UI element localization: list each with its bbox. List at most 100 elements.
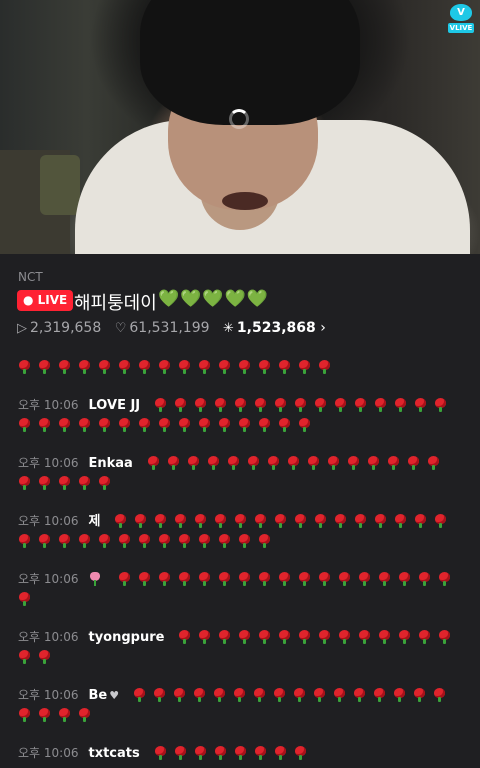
rose-emoji-icon [294,514,307,528]
rose-emoji-icon [214,514,227,528]
rose-emoji-icon [318,360,331,374]
rose-emoji-icon [114,514,127,528]
rose-emoji-icon [294,746,307,760]
rose-emoji-icon [333,688,346,702]
rose-emoji-icon [194,398,207,412]
rose-emoji-icon [434,398,447,412]
like-count: 61,531,199 [129,320,210,336]
rose-emoji-icon [174,398,187,412]
rose-emoji-icon [234,746,247,760]
heart-icon: ♡ [114,321,127,336]
vlive-logo-icon: V [450,4,472,21]
rose-emoji-icon [258,630,271,644]
rose-emoji-icon [338,572,351,586]
rose-emoji-icon [158,418,171,432]
rose-emoji-icon [258,572,271,586]
message-user[interactable]: Be ♥ [88,688,119,703]
broadcast-stats[interactable]: ▷ 2,319,658 ♡ 61,531,199 ✳ 1,523,868 › [17,320,326,336]
rose-emoji-icon [78,418,91,432]
rose-emoji-icon [138,572,151,586]
rose-emoji-icon [393,688,406,702]
rose-emoji-icon [238,572,251,586]
rose-emoji-icon [38,534,51,548]
rose-emoji-icon [78,360,91,374]
rose-emoji-icon [118,572,131,586]
rose-emoji-icon [394,514,407,528]
rose-emoji-icon [187,456,200,470]
rose-emoji-icon [327,456,340,470]
message-user[interactable]: tyongpure [88,630,164,645]
rose-emoji-icon [98,534,111,548]
message-time: 오후 10:06 [18,746,79,760]
rose-emoji-icon [233,688,246,702]
chat-message: 오후 10:06 [18,568,463,608]
loading-burst-icon: ✳ [223,321,234,336]
rose-emoji-icon [138,418,151,432]
rose-emoji-icon [253,688,266,702]
rose-emoji-icon [167,456,180,470]
rose-emoji-icon [373,688,386,702]
message-user[interactable]: Enkaa [88,456,132,471]
rose-emoji-icon [353,688,366,702]
roses-line-2 [18,530,463,550]
rose-emoji-icon [433,688,446,702]
chat-message: 오후 10:06 Be ♥ [18,684,463,724]
message-user[interactable]: 제 [88,514,100,529]
rose-emoji-icon [378,572,391,586]
rose-emoji-icon [198,572,211,586]
message-time: 오후 10:06 [18,398,79,412]
rose-emoji-icon [298,630,311,644]
rose-emoji-icon [153,688,166,702]
rose-emoji-icon [234,398,247,412]
person-mouth [222,192,268,210]
rose-emoji-icon [434,514,447,528]
rose-emoji-icon [238,418,251,432]
rose-emoji-icon [293,688,306,702]
rose-emoji-icon [258,418,271,432]
person-hair [140,0,360,125]
rose-emoji-icon [387,456,400,470]
rose-emoji-icon [258,534,271,548]
chat-header-line: 오후 10:06 Enkaa [18,452,463,472]
roses-line-2 [18,588,463,608]
loading-spinner-icon [229,109,249,129]
rose-emoji-icon [58,476,71,490]
message-time: 오후 10:06 [18,572,79,586]
rose-emoji-icon [307,456,320,470]
rose-emoji-icon [298,572,311,586]
rose-emoji-icon [18,418,31,432]
rose-emoji-icon [354,514,367,528]
rose-emoji-icon [427,456,440,470]
rose-emoji-icon [98,476,111,490]
rose-emoji-icon [138,534,151,548]
rose-emoji-icon [18,708,31,722]
rose-emoji-icon [247,456,260,470]
rose-emoji-icon [38,418,51,432]
message-time: 오후 10:06 [18,630,79,644]
chat-list[interactable]: 오후 10:06 LOVE JJ 오후 10:06 Enkaa 오후 10:06 제 … [0,350,480,768]
rose-emoji-icon [218,630,231,644]
rose-emoji-icon [287,456,300,470]
rose-emoji-icon [138,360,151,374]
rose-emoji-icon [194,746,207,760]
chat-header-line: 오후 10:06 Be ♥ [18,684,463,704]
vlive-logo: V VLIVE [448,4,474,33]
channel-name[interactable]: NCT [18,270,43,284]
rose-emoji-icon [218,360,231,374]
rose-emoji-icon [238,534,251,548]
message-user[interactable]: txtcats [88,746,139,761]
video-player[interactable]: V VLIVE [0,0,480,254]
rose-emoji-icon [58,534,71,548]
rose-emoji-icon [18,360,31,374]
roses-line-2 [18,704,463,724]
rose-emoji-icon [174,746,187,760]
rose-emoji-icon [173,688,186,702]
rose-emoji-icon [158,534,171,548]
rose-emoji-icon [278,360,291,374]
tulip-icon[interactable] [88,571,102,586]
rose-emoji-icon [198,360,211,374]
green-hearts-emoji: 💚💚💚💚💚 [158,289,269,309]
rose-emoji-icon [213,688,226,702]
message-user[interactable]: LOVE JJ [88,398,140,413]
rose-emoji-icon [178,534,191,548]
